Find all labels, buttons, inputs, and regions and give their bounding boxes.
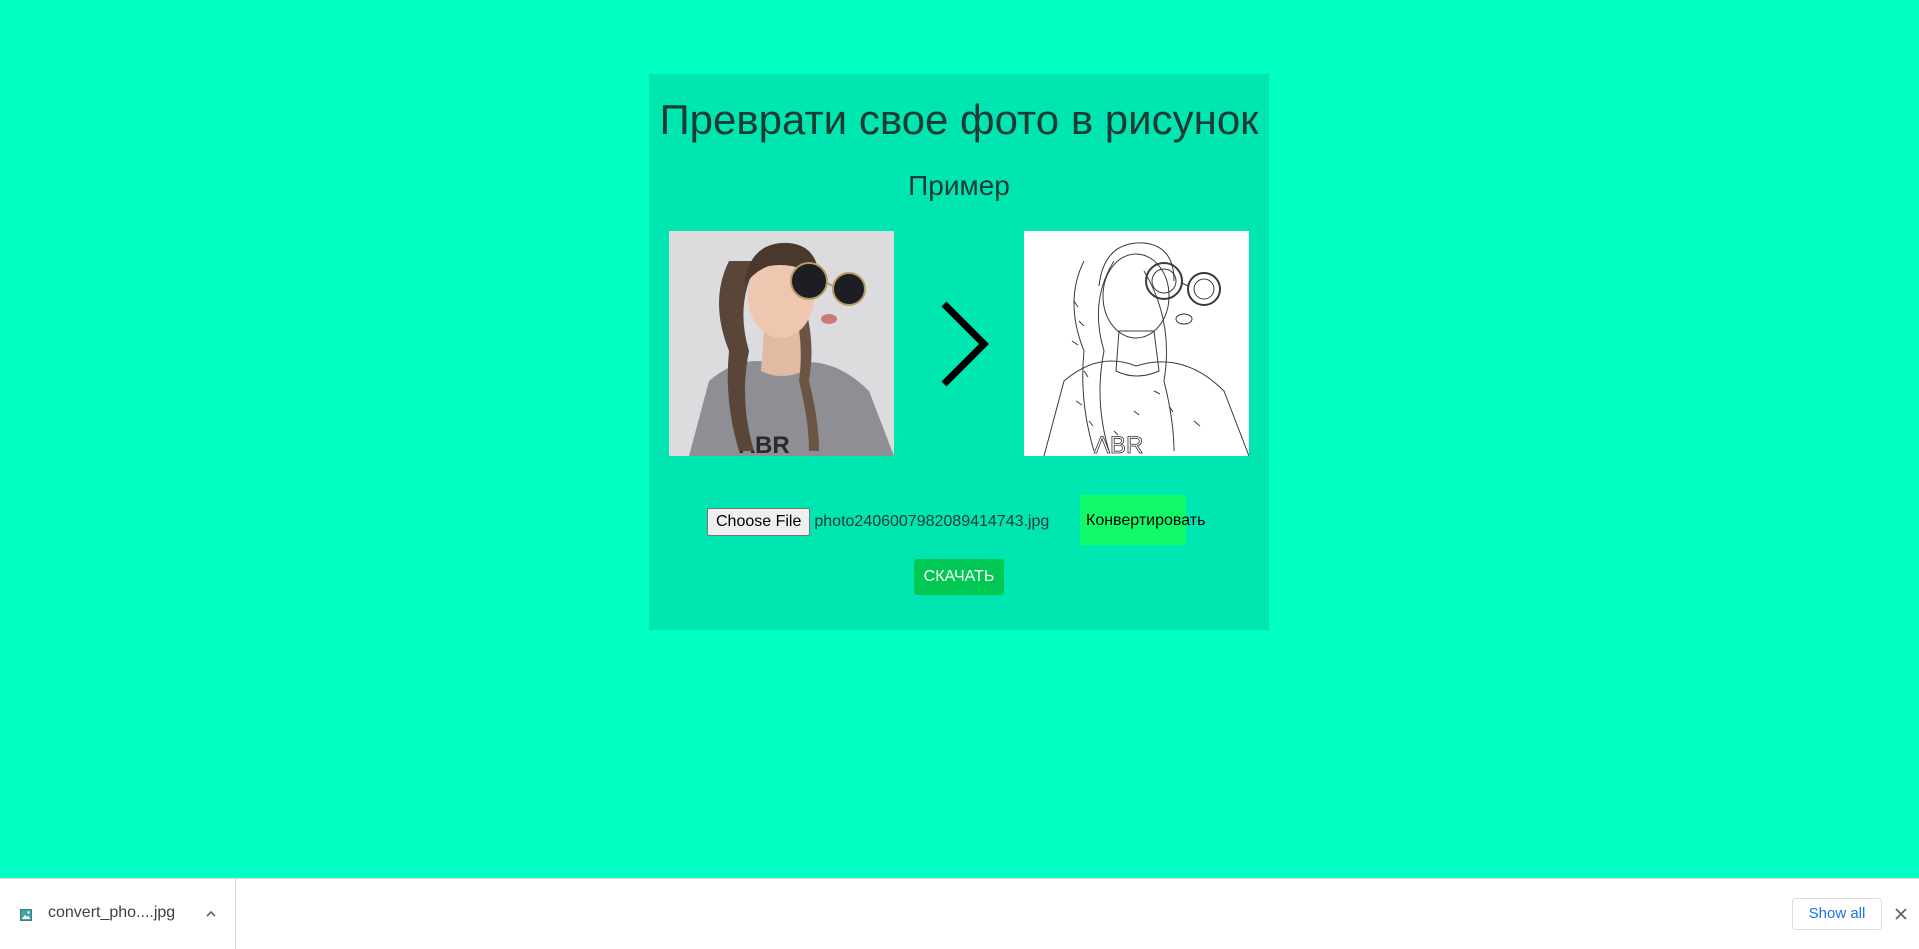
example-heading: Пример	[908, 170, 1010, 201]
download-item[interactable]: convert_pho....jpg	[0, 879, 236, 949]
example-original-photo: ΛBR	[669, 231, 894, 456]
choose-file-button[interactable]: Choose File	[707, 508, 811, 536]
chevron-right-icon	[924, 299, 994, 389]
image-file-icon	[20, 908, 32, 921]
svg-text:ΛBR: ΛBR	[1094, 432, 1143, 456]
selected-file-name: photo2406007982089414743.jpg	[814, 513, 1050, 530]
close-icon[interactable]	[1893, 906, 1909, 922]
page-title: Преврати свое фото в рисунок	[659, 96, 1259, 143]
page-background: Преврати свое фото в рисунок Пример ΛBR	[0, 0, 1919, 878]
example-sketch-result: ΛBR	[1024, 231, 1249, 456]
convert-button[interactable]: Конвертировать	[1080, 495, 1205, 545]
download-file-name: convert_pho....jpg	[48, 904, 176, 921]
converter-card: Преврати свое фото в рисунок Пример ΛBR	[649, 74, 1269, 630]
download-shelf: convert_pho....jpg Show all	[0, 878, 1919, 949]
show-all-button[interactable]: Show all	[1792, 898, 1882, 930]
chevron-up-icon[interactable]	[204, 907, 218, 921]
download-button[interactable]: СКАЧАТЬ	[914, 559, 1004, 595]
file-upload-control: Choose File photo2406007982089414743.jpg	[707, 507, 1049, 537]
